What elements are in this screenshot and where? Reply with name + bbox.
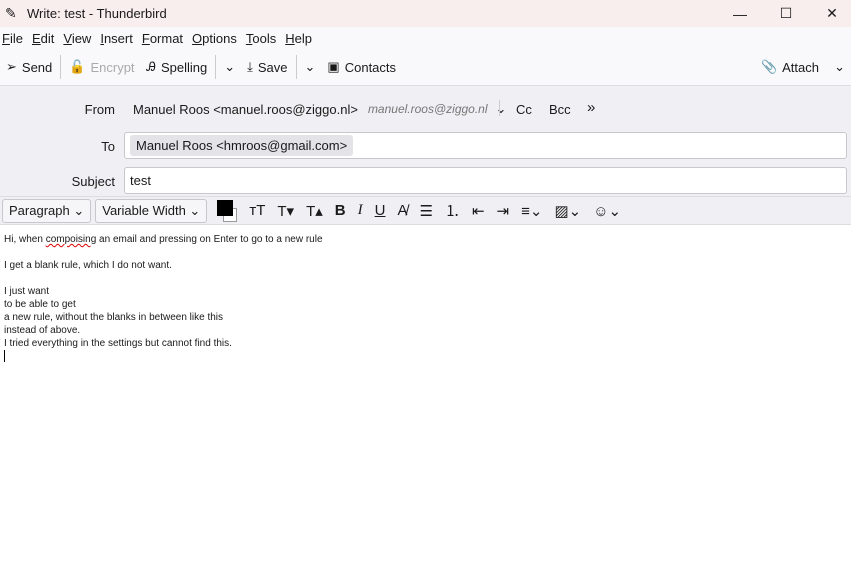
contacts-label: Contacts [344,59,397,75]
align-icon[interactable]: ≡⌄ [521,202,542,220]
message-headers: From Manuel Roos <manuel.roos@ziggo.nl> … [0,86,851,197]
menu-file[interactable]: File [2,31,23,46]
download-icon: ⤓ [247,59,253,74]
from-identity: manuel.roos@ziggo.nl [367,102,488,116]
misspelled-word: compoising [45,234,97,245]
menu-bar: File Edit View Insert Format Options Too… [0,27,851,49]
chevron-down-icon: ⌄ [495,101,507,116]
maximize-button[interactable]: ☐ [763,0,809,27]
from-value: Manuel Roos <manuel.roos@ziggo.nl> [133,101,358,117]
bold-icon[interactable]: B [335,202,346,219]
divider [60,55,62,79]
from-label: From [84,102,115,117]
body-line [4,246,323,259]
save-dropdown[interactable]: ⌄ [299,53,322,81]
window-title: Write: test - Thunderbird [27,6,167,21]
underline-icon[interactable]: U [375,202,386,219]
chevron-down-icon: ⌄ [224,59,236,74]
outdent-icon[interactable]: ⇤ [472,202,485,220]
address-book-icon: ▣ [327,59,340,74]
superscript-icon[interactable]: T▴ [306,202,323,220]
clear-formatting-icon[interactable]: A̸ [397,202,407,219]
compose-toolbar: ➢ Send 🔓 Encrypt Ꭿ Spelling ⌄ ⤓ Save ⌄ ▣ Cont… [0,49,851,86]
recipient-pill[interactable]: Manuel Roos <hmroos@gmail.com> [130,135,354,156]
menu-insert[interactable]: Insert [100,31,133,46]
bcc-button[interactable]: Bcc [549,102,571,117]
smaller-font-icon[interactable]: ᴛT [249,202,265,219]
close-button[interactable]: ✕ [809,0,851,27]
minimize-button[interactable]: — [717,0,763,27]
body-line: instead of above. [4,325,81,336]
contacts-button[interactable]: ▣ Contacts [321,53,402,81]
menu-options[interactable]: Options [192,31,237,46]
save-button[interactable]: ⤓ Save [241,53,293,81]
encrypt-label: Encrypt [90,59,135,75]
divider [215,55,217,79]
text-cursor [4,350,323,366]
attach-button[interactable]: 📎 Attach [755,53,825,81]
divider [499,100,500,116]
menu-help[interactable]: Help [285,31,312,46]
paragraph-select[interactable]: Paragraph ⌄ [2,198,92,223]
chevron-down-icon: ⌄ [304,59,316,74]
body-line: I tried everything in the settings but c… [4,338,232,349]
send-label: Send [21,59,53,75]
text-color-picker[interactable] [217,199,243,222]
paperclip-icon: 📎 [760,59,778,74]
menu-format[interactable]: Format [142,31,183,46]
divider [295,55,297,79]
send-button[interactable]: ➢ Send [0,53,58,81]
italic-icon[interactable]: I [358,202,363,219]
from-select[interactable]: Manuel Roos <manuel.roos@ziggo.nl> manue… [133,101,506,117]
body-line [4,272,323,285]
spelling-label: Spelling [160,59,208,75]
message-body[interactable]: Hi, when compoising an email and pressin… [4,233,323,366]
body-line: I just want [4,286,50,297]
body-line: to be able to get [4,299,76,310]
encrypt-button[interactable]: 🔓 Encrypt [63,53,140,81]
menu-tools[interactable]: Tools [246,31,276,46]
menu-view[interactable]: View [63,31,91,46]
save-label: Save [257,59,288,75]
body-line: a new rule, without the blanks in betwee… [4,312,224,323]
spellcheck-icon: Ꭿ [146,59,156,74]
bullet-list-icon[interactable]: ☰ [419,202,432,220]
chevron-down-icon: ⌄ [834,59,845,74]
title-bar: ✎ Write: test - Thunderbird — ☐ ✕ [0,0,851,27]
insert-image-icon[interactable]: ▨⌄ [554,202,581,220]
paragraph-value: Paragraph [9,202,70,218]
numbered-list-icon[interactable]: ⒈ [445,200,460,221]
font-select[interactable]: Variable Width ⌄ [95,198,208,223]
indent-icon[interactable]: ⇥ [497,202,510,220]
spelling-button[interactable]: Ꭿ Spelling [141,53,214,81]
to-field[interactable]: Manuel Roos <hmroos@gmail.com> [124,132,847,159]
subscript-icon[interactable]: T▾ [277,202,294,220]
format-toolbar: Paragraph ⌄ Variable Width ⌄ ᴛT T▾ T▴ B … [0,197,851,225]
lock-icon: 🔓 [69,59,86,74]
spelling-dropdown[interactable]: ⌄ [218,53,241,81]
more-headers-icon[interactable]: » [587,99,595,116]
to-label: To [101,139,115,154]
body-line: I get a blank rule, which I do not want. [4,260,172,271]
subject-input[interactable]: test [124,167,847,194]
menu-edit[interactable]: Edit [32,31,54,46]
cc-button[interactable]: Cc [516,102,532,117]
attach-dropdown[interactable]: ⌄ [828,53,851,81]
send-icon: ➢ [6,59,17,74]
pencil-icon: ✎ [5,5,17,21]
emoji-icon[interactable]: ☺⌄ [593,202,621,220]
subject-label: Subject [71,174,115,189]
font-value: Variable Width [102,202,186,218]
body-line: Hi, when compoising an email and pressin… [4,234,323,245]
attach-label: Attach [782,59,819,75]
